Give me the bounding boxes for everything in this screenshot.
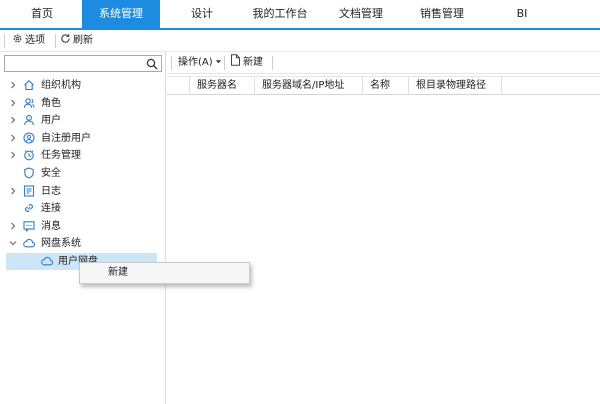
- shield-icon: [23, 167, 35, 179]
- chevron-right-icon[interactable]: [9, 99, 17, 107]
- grid-header: 服务器名 服务器域名/IP地址 名称 根目录物理路径: [167, 76, 600, 95]
- toolbar-separator: [224, 56, 225, 70]
- refresh-button[interactable]: 刷新: [60, 33, 93, 49]
- tab-system-management[interactable]: 系统管理: [82, 0, 160, 28]
- tree-item-label: 任务管理: [41, 150, 81, 162]
- chevron-right-icon[interactable]: [9, 222, 17, 230]
- operate-label: 操作(A): [178, 57, 213, 68]
- chevron-right-icon[interactable]: [9, 187, 17, 195]
- search-icon[interactable]: [146, 58, 158, 70]
- chevron-right-icon[interactable]: [9, 134, 17, 142]
- left-panel: 组织机构 角色 用户 自注册用户 任务管理 安全 日志 连接 消息 网盘系统 用户网盘: [0, 52, 166, 404]
- top-tab-bar: 首页 系统管理 设计 我的工作台 文档管理 销售管理 BI: [0, 0, 600, 30]
- search-box[interactable]: [4, 55, 162, 72]
- tree-item[interactable]: 自注册用户: [0, 130, 166, 147]
- tree-item[interactable]: 角色: [0, 95, 166, 112]
- tree-item[interactable]: 任务管理: [0, 147, 166, 164]
- tree-item[interactable]: 组织机构: [0, 77, 166, 94]
- context-menu-item-new[interactable]: 新建: [80, 263, 249, 283]
- tree-item-label: 角色: [41, 97, 61, 109]
- role-icon: [23, 97, 35, 109]
- column-header-name[interactable]: 名称: [363, 77, 409, 95]
- chevron-right-icon[interactable]: [9, 151, 17, 159]
- main-toolbar: 选项 刷新: [0, 30, 600, 52]
- tab-my-workbench[interactable]: 我的工作台: [244, 0, 316, 28]
- new-label: 新建: [243, 57, 263, 68]
- tree-item-label: 组织机构: [41, 80, 81, 91]
- user-icon: [23, 114, 35, 126]
- tree-item-label: 日志: [41, 185, 61, 197]
- toolbar-grip: [171, 56, 172, 70]
- tab-design[interactable]: 设计: [172, 0, 232, 28]
- chevron-down-icon[interactable]: [9, 239, 17, 247]
- refresh-icon: [60, 33, 71, 50]
- tab-home[interactable]: 首页: [14, 0, 70, 28]
- tree-item-label: 自注册用户: [41, 132, 91, 144]
- tree-item-label: 消息: [41, 220, 61, 232]
- right-panel: 操作(A) 新建 服务器名 服务器域名/IP地址 名称 根目录物理路径: [167, 52, 600, 404]
- tab-document-management[interactable]: 文档管理: [328, 0, 394, 28]
- tree-item[interactable]: 消息: [0, 218, 166, 235]
- cloud-icon: [23, 237, 36, 249]
- user-circle-icon: [23, 132, 35, 144]
- tree-item[interactable]: 连接: [0, 200, 166, 217]
- tree-item[interactable]: 日志: [0, 183, 166, 200]
- tree-item-label: 网盘系统: [41, 238, 81, 250]
- options-button[interactable]: 选项: [12, 33, 45, 49]
- column-header-root-path[interactable]: 根目录物理路径: [409, 77, 502, 95]
- gear-icon: [12, 33, 23, 50]
- tree-item[interactable]: 网盘系统: [0, 235, 166, 252]
- chevron-right-icon[interactable]: [9, 116, 17, 124]
- column-header-server-name[interactable]: 服务器名: [190, 77, 255, 95]
- tree-item[interactable]: 用户: [0, 112, 166, 129]
- tree-item[interactable]: 安全: [0, 165, 166, 182]
- right-toolbar: 操作(A) 新建: [167, 52, 600, 74]
- link-icon: [23, 202, 35, 214]
- caret-down-icon: [215, 55, 222, 71]
- clock-icon: [23, 149, 35, 161]
- toolbar-grip: [4, 34, 5, 48]
- refresh-label: 刷新: [73, 35, 93, 46]
- toolbar-separator: [55, 34, 56, 48]
- message-icon: [23, 220, 35, 233]
- context-menu: 新建: [79, 262, 250, 284]
- tree-item-label: 用户: [41, 115, 61, 127]
- search-input[interactable]: [7, 57, 143, 70]
- row-selector-header[interactable]: [167, 77, 190, 95]
- home-icon: [23, 79, 35, 91]
- column-header-server-address[interactable]: 服务器域名/IP地址: [255, 77, 363, 95]
- toolbar-separator: [272, 56, 273, 70]
- new-button[interactable]: 新建: [230, 54, 263, 72]
- options-label: 选项: [25, 35, 45, 46]
- tree-item-label: 连接: [41, 203, 61, 215]
- new-document-icon: [230, 54, 241, 72]
- chevron-right-icon[interactable]: [9, 81, 17, 89]
- log-icon: [23, 185, 35, 197]
- cloud-icon: [41, 255, 54, 267]
- tab-sales-management[interactable]: 销售管理: [406, 0, 478, 28]
- tree-item-label: 安全: [41, 168, 61, 179]
- tab-bi[interactable]: BI: [495, 0, 549, 28]
- operate-menu-button[interactable]: 操作(A): [178, 55, 222, 71]
